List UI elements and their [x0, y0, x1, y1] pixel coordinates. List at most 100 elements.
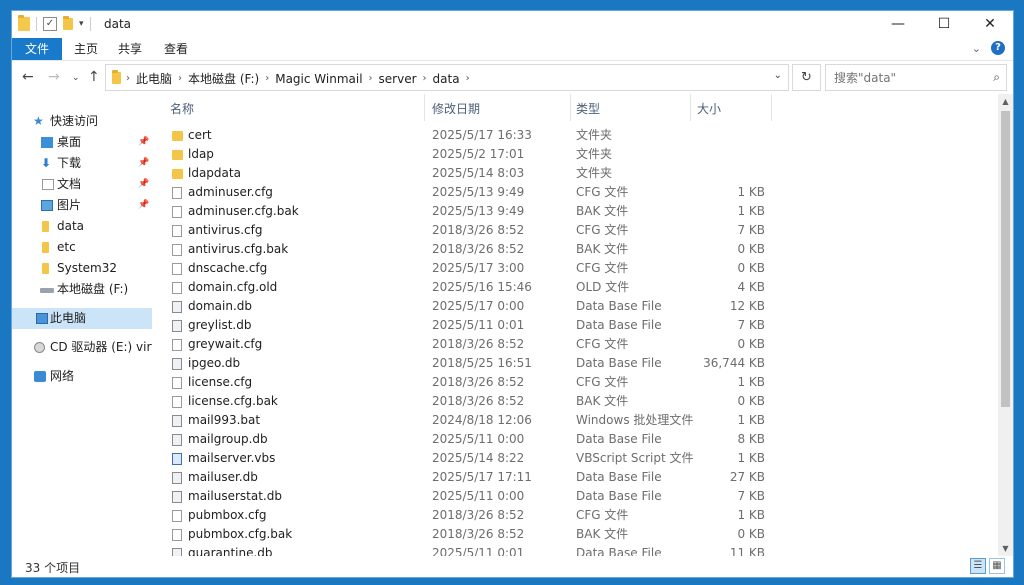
forward-arrow-icon[interactable]: → [48, 69, 60, 85]
breadcrumb-item[interactable]: server [379, 72, 417, 86]
sidebar-item-network[interactable]: 网络 [12, 366, 152, 387]
file-type: CFG 文件 [576, 185, 629, 199]
sidebar-item-system32[interactable]: System32 [12, 258, 152, 279]
breadcrumb-item[interactable]: Magic Winmail [275, 72, 362, 86]
pin-icon[interactable]: 📌 [138, 195, 149, 216]
table-row[interactable]: ldapdata 2025/5/14 8:03 文件夹 [152, 164, 998, 183]
table-row[interactable]: pubmbox.cfg 2018/3/26 8:52 CFG 文件 1 KB [152, 506, 998, 525]
table-row[interactable]: adminuser.cfg.bak 2025/5/13 9:49 BAK 文件 1 K… [152, 202, 998, 221]
file-name: license.cfg [188, 375, 253, 389]
tab-view[interactable]: 查看 [156, 38, 196, 60]
file-size: 1 KB [737, 185, 765, 199]
column-divider[interactable] [690, 94, 691, 121]
sidebar-item-pictures[interactable]: 图片 📌 [12, 195, 152, 216]
column-size[interactable]: 大小 [697, 100, 721, 117]
table-row[interactable]: mailserver.vbs 2025/5/14 8:22 VBScript Scr… [152, 449, 998, 468]
pin-icon[interactable]: 📌 [138, 132, 149, 153]
file-type: 文件夹 [576, 147, 613, 161]
file-type: BAK 文件 [576, 527, 629, 541]
divider [36, 17, 37, 31]
search-box[interactable]: ⌕ [825, 64, 1007, 91]
breadcrumb-item[interactable]: data [433, 72, 460, 86]
table-row[interactable]: domain.db 2025/5/17 0:00 Data Base File 12 … [152, 297, 998, 316]
table-row[interactable]: license.cfg.bak 2018/3/26 8:52 BAK 文件 0 KB [152, 392, 998, 411]
table-row[interactable]: cert 2025/5/17 16:33 文件夹 [152, 126, 998, 145]
column-name[interactable]: 名称 [170, 100, 194, 117]
minimize-button[interactable]: — [875, 11, 921, 38]
back-arrow-icon[interactable]: ← [22, 69, 34, 85]
new-folder-icon[interactable] [63, 16, 73, 30]
tab-file[interactable]: 文件 [12, 38, 62, 60]
large-icons-view-icon[interactable]: ▦ [989, 558, 1005, 574]
expand-ribbon-icon[interactable]: ⌄ [972, 42, 981, 55]
table-row[interactable]: ldap 2025/5/2 17:01 文件夹 [152, 145, 998, 164]
maximize-button[interactable]: ☐ [921, 11, 967, 38]
table-row[interactable]: quarantine.db 2025/5/11 0:01 Data Base Fil… [152, 544, 998, 556]
tab-home[interactable]: 主页 [66, 38, 106, 60]
table-row[interactable]: mailgroup.db 2025/5/11 0:00 Data Base File… [152, 430, 998, 449]
table-row[interactable]: antivirus.cfg 2018/3/26 8:52 CFG 文件 7 KB [152, 221, 998, 240]
table-row[interactable]: mailuser.db 2025/5/17 17:11 Data Base File… [152, 468, 998, 487]
column-divider[interactable] [570, 94, 571, 121]
chevron-right-icon[interactable]: › [423, 73, 427, 84]
tab-share[interactable]: 共享 [110, 38, 150, 60]
table-row[interactable]: greywait.cfg 2018/3/26 8:52 CFG 文件 0 KB [152, 335, 998, 354]
table-row[interactable]: mailuserstat.db 2025/5/11 0:00 Data Base F… [152, 487, 998, 506]
table-row[interactable]: mail993.bat 2024/8/18 12:06 Windows 批处理文件 1… [152, 411, 998, 430]
chevron-right-icon[interactable]: › [178, 73, 182, 84]
up-arrow-icon[interactable]: ↑ [88, 69, 100, 85]
sidebar-item-cd-drive[interactable]: CD 驱动器 (E:) virtio- [12, 337, 152, 358]
search-input[interactable] [832, 70, 981, 86]
sidebar-item-quick-access[interactable]: ★ 快速访问 [12, 111, 152, 132]
table-row[interactable]: ipgeo.db 2018/5/25 16:51 Data Base File 36,… [152, 354, 998, 373]
chevron-right-icon[interactable]: › [265, 73, 269, 84]
quick-access-toolbar-dropdown-icon[interactable]: ▾ [79, 19, 84, 29]
table-row[interactable]: adminuser.cfg 2025/5/13 9:49 CFG 文件 1 KB [152, 183, 998, 202]
search-icon[interactable]: ⌕ [993, 70, 1000, 85]
table-row[interactable]: greylist.db 2025/5/11 0:01 Data Base File 7… [152, 316, 998, 335]
chevron-right-icon[interactable]: › [369, 73, 373, 84]
sidebar-item-local-disk-f[interactable]: 本地磁盘 (F:) [12, 279, 152, 300]
table-row[interactable]: antivirus.cfg.bak 2018/3/26 8:52 BAK 文件 0 K… [152, 240, 998, 259]
close-button[interactable]: ✕ [967, 11, 1013, 38]
column-divider[interactable] [771, 94, 772, 121]
file-name: license.cfg.bak [188, 394, 278, 408]
column-divider[interactable] [424, 94, 425, 121]
table-row[interactable]: domain.cfg.old 2025/5/16 15:46 OLD 文件 4 KB [152, 278, 998, 297]
file-date: 2025/5/13 9:49 [432, 204, 525, 218]
table-row[interactable]: license.cfg 2018/3/26 8:52 CFG 文件 1 KB [152, 373, 998, 392]
sidebar-item-downloads[interactable]: ⬇ 下载 📌 [12, 153, 152, 174]
chevron-right-icon[interactable]: › [126, 73, 130, 84]
folder-icon [42, 242, 49, 253]
file-type: Data Base File [576, 299, 662, 313]
column-date[interactable]: 修改日期 [432, 100, 480, 117]
table-row[interactable]: pubmbox.cfg.bak 2018/3/26 8:52 BAK 文件 0 KB [152, 525, 998, 544]
column-type[interactable]: 类型 [576, 100, 600, 117]
breadcrumb-item[interactable]: 本地磁盘 (F:) [188, 70, 259, 87]
sidebar-item-desktop[interactable]: 桌面 📌 [12, 132, 152, 153]
refresh-icon[interactable]: ↻ [792, 64, 821, 91]
address-history-dropdown-icon[interactable]: ⌄ [774, 70, 782, 81]
table-row[interactable]: dnscache.cfg 2025/5/17 3:00 CFG 文件 0 KB [152, 259, 998, 278]
sidebar-item-documents[interactable]: 文档 📌 [12, 174, 152, 195]
pin-icon[interactable]: 📌 [138, 153, 149, 174]
details-view-icon[interactable]: ☰ [970, 558, 986, 574]
network-icon [34, 371, 46, 382]
file-date: 2025/5/11 0:01 [432, 546, 525, 556]
chevron-right-icon[interactable]: › [466, 73, 470, 84]
pin-icon[interactable]: 📌 [138, 174, 149, 195]
recent-locations-dropdown-icon[interactable]: ⌄ [72, 73, 80, 83]
sidebar-item-this-pc[interactable]: 此电脑 [12, 308, 152, 329]
help-icon[interactable]: ? [991, 41, 1005, 55]
scroll-up-icon[interactable]: ▲ [998, 94, 1013, 109]
file-date: 2025/5/17 17:11 [432, 470, 532, 484]
scroll-down-icon[interactable]: ▼ [998, 541, 1013, 556]
vertical-scrollbar[interactable]: ▲ ▼ [998, 94, 1013, 556]
breadcrumb-item[interactable]: 此电脑 [136, 70, 172, 87]
scrollbar-thumb[interactable] [1001, 111, 1010, 407]
properties-icon[interactable]: ✓ [43, 17, 57, 31]
address-bar[interactable]: › 此电脑 › 本地磁盘 (F:) › Magic Winmail › serv… [105, 64, 789, 91]
file-name: greywait.cfg [188, 337, 263, 351]
sidebar-item-data[interactable]: data [12, 216, 152, 237]
sidebar-item-etc[interactable]: etc [12, 237, 152, 258]
